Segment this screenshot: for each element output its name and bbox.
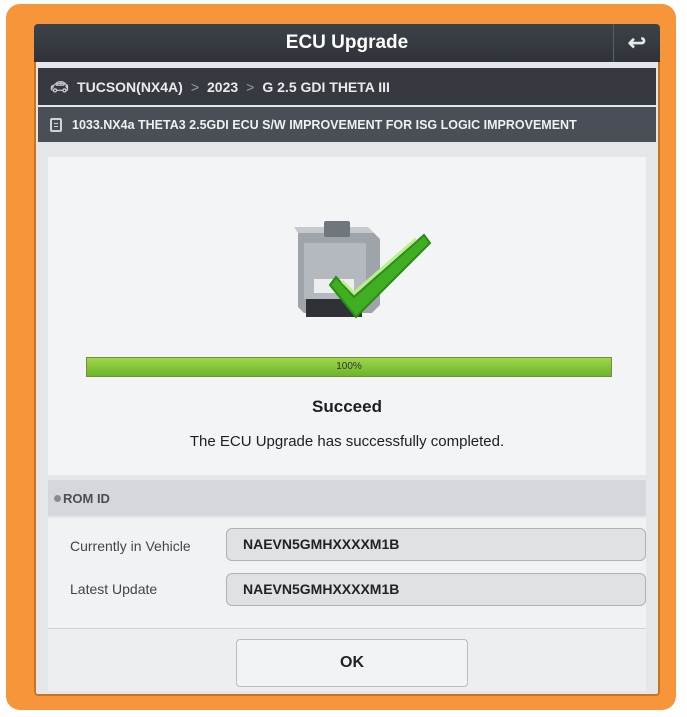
status-message: The ECU Upgrade has successfully complet…: [189, 433, 505, 450]
status-title: Succeed: [312, 397, 382, 416]
breadcrumb-engine: G 2.5 GDI THETA III: [262, 78, 390, 95]
breadcrumb: 🚗︎ TUCSON(NX4A) > 2023 > G 2.5 GDI THETA…: [38, 68, 656, 105]
result-panel: 100% Succeed The ECU Upgrade has success…: [48, 157, 646, 475]
ok-button[interactable]: OK: [236, 639, 468, 687]
rom-id-table: Currently in Vehicle NAEVN5GMHXXXXM1B La…: [48, 518, 646, 628]
title-bar: ECU Upgrade ↩: [34, 24, 660, 62]
breadcrumb-model: TUCSON(NX4A): [77, 78, 183, 95]
latest-update-field: NAEVN5GMHXXXXM1B: [226, 573, 646, 606]
breadcrumb-year: 2023: [207, 78, 239, 95]
back-button[interactable]: ↩: [613, 24, 660, 62]
device-frame: ECU Upgrade ↩ 🚗︎ TUCSON(NX4A) > 2023 > G…: [6, 4, 676, 710]
window-title: ECU Upgrade: [285, 32, 409, 53]
footer-bar: OK: [48, 628, 646, 691]
rom-id-header: ROM ID: [48, 480, 646, 516]
breadcrumb-separator: >: [246, 78, 255, 95]
car-icon: 🚗︎: [50, 78, 70, 96]
procedure-bar: 1033.NX4a THETA3 2.5GDI ECU S/W IMPROVEM…: [38, 107, 656, 142]
procedure-title: 1033.NX4a THETA3 2.5GDI ECU S/W IMPROVEM…: [72, 117, 577, 132]
progress-label: 100%: [336, 361, 362, 372]
app-screen: ECU Upgrade ↩ 🚗︎ TUCSON(NX4A) > 2023 > G…: [34, 24, 660, 696]
latest-update-label: Latest Update: [70, 581, 158, 597]
rom-id-title: ROM ID: [63, 490, 110, 506]
ecu-checkmark-icon: [294, 221, 432, 319]
current-vehicle-label: Currently in Vehicle: [70, 538, 191, 554]
document-icon: [50, 117, 62, 132]
progress-bar: 100%: [86, 357, 612, 377]
current-vehicle-field: NAEVN5GMHXXXXM1B: [226, 528, 646, 561]
breadcrumb-separator: >: [190, 78, 200, 95]
bullet-dot: [54, 494, 61, 502]
return-arrow-icon: ↩: [627, 30, 647, 55]
